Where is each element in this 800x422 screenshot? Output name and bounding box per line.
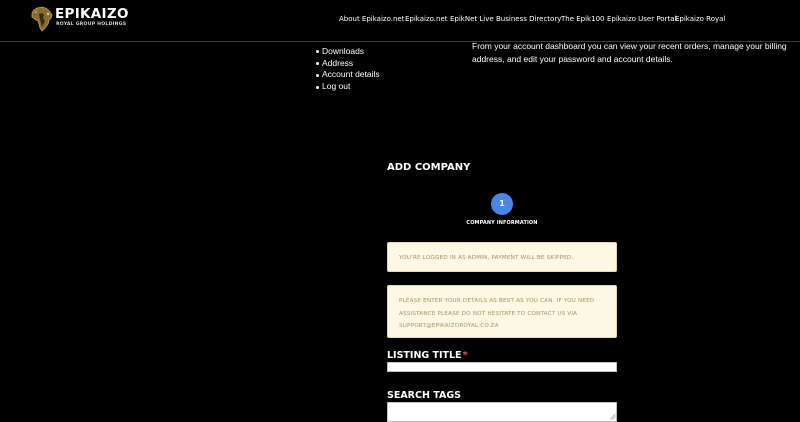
account-nav-account-details[interactable]: Account details: [316, 69, 380, 81]
account-nav-logout[interactable]: Log out: [316, 81, 380, 93]
search-tags-label: SEARCH TAGS: [387, 390, 461, 401]
listing-title-input[interactable]: [387, 362, 617, 372]
nav-item-epiknet-live[interactable]: EpikNet Live: [450, 15, 494, 23]
account-navigation: Orders Downloads Address Account details…: [316, 34, 380, 93]
listing-title-label: LISTING TITLE*: [387, 350, 468, 361]
add-company-title: ADD COMPANY: [387, 162, 471, 173]
nav-item-business-directory[interactable]: Business Directory: [496, 15, 561, 23]
step-label-company-information: COMPANY INFORMATION: [466, 220, 538, 226]
site-header: EPIKAIZO ROYAL GROUP HOLDINGS About Epik…: [0, 0, 800, 42]
search-tags-textarea[interactable]: [387, 402, 617, 422]
nav-item-user-portal[interactable]: Epikaizo User Portal: [607, 15, 676, 23]
textarea-resize-handle-icon[interactable]: [609, 413, 616, 420]
required-asterisk: *: [462, 350, 468, 361]
details-notice: PLEASE ENTER YOUR DETAILS AS BEST AS YOU…: [387, 285, 617, 338]
account-nav-downloads[interactable]: Downloads: [316, 46, 380, 58]
account-nav-address[interactable]: Address: [316, 58, 380, 70]
dashboard-intro-text: From your account dashboard you can view…: [472, 41, 787, 64]
main-nav: About Epikaizo.net Epikaizo.net EpikNet …: [0, 15, 800, 29]
nav-item-epikaizo-royal[interactable]: Epikaizo Royal: [675, 15, 725, 23]
step-indicator-1[interactable]: 1: [491, 193, 513, 215]
nav-item-epikaizo-net[interactable]: Epikaizo.net: [405, 15, 448, 23]
listing-title-label-text: LISTING TITLE: [387, 350, 462, 361]
nav-item-about-epikaizo[interactable]: About Epikaizo.net: [339, 15, 404, 23]
nav-item-epik100[interactable]: The Epik100: [561, 15, 604, 23]
admin-notice: YOU'RE LOGGED IN AS ADMIN, PAYMENT WILL …: [387, 242, 617, 272]
